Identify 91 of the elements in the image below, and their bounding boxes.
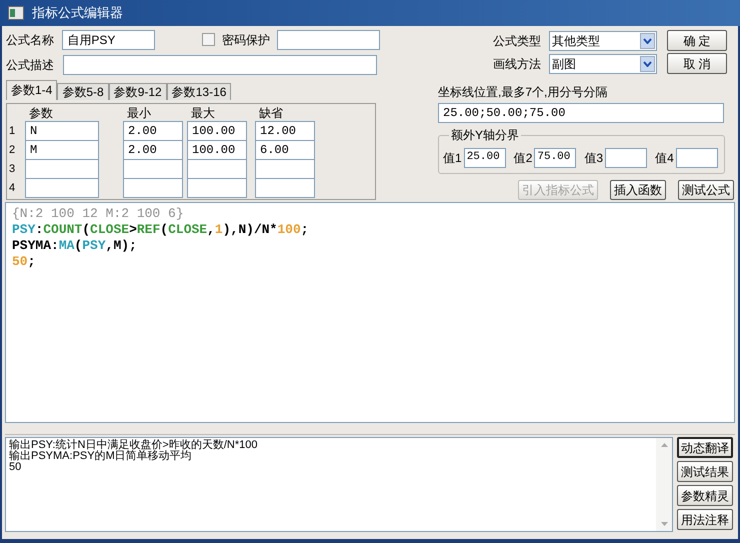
code-token: , (207, 222, 215, 237)
output-line: 50 (9, 462, 22, 473)
description-field[interactable] (63, 54, 377, 75)
input-field[interactable]: 自用PSY (62, 30, 156, 50)
field-label: 坐标线位置,最多7个,用分号分隔 (438, 84, 608, 102)
table-cell-input[interactable]: N (25, 120, 99, 141)
button[interactable]: 插入函数 (610, 180, 666, 200)
field-label: 值3 (584, 150, 604, 167)
button[interactable]: 用法注释 (677, 509, 733, 530)
code-token: PSY (82, 238, 106, 253)
code-token: 1 (214, 222, 223, 237)
code-token: PSY (12, 222, 36, 237)
table-cell-input[interactable] (255, 158, 315, 179)
table-cell-input[interactable]: 2.00 (123, 140, 183, 160)
field-label: 公式名称 (6, 32, 55, 49)
button[interactable]: 测试结果 (677, 461, 733, 482)
code-token: CLOSE (168, 222, 208, 237)
button[interactable]: 确 定 (667, 30, 727, 52)
field-label: 值2 (514, 150, 532, 167)
code-editor[interactable]: {N:2 100 12 M:2 100 6} PSY:COUNT(CLOSE>REF(CLOSE,1),N)/N*100; PSYMA:MA(PSY,M); 50; (5, 202, 735, 423)
tab[interactable]: 参数5-8 (57, 83, 109, 100)
table-cell-input[interactable] (187, 158, 247, 179)
code-token: COUNT (43, 222, 82, 237)
field-label: 值4 (655, 150, 674, 167)
input-field[interactable] (605, 148, 648, 168)
column-header: 最小 (126, 106, 151, 120)
row-number: 4 (9, 182, 16, 194)
group-title: 额外Y轴分界 (449, 127, 522, 144)
table-cell-input[interactable]: 12.00 (255, 120, 315, 141)
field-label: 公式描述 (6, 56, 55, 74)
code-token: : (35, 222, 44, 237)
code-token: ),N)/N* (222, 222, 278, 237)
field-label: 画线方法 (493, 56, 542, 73)
tab[interactable]: 参数1-4 (6, 80, 58, 100)
code-token: REF (136, 222, 160, 237)
row-number: 2 (9, 144, 16, 156)
code-token: ( (74, 238, 82, 253)
password-field[interactable] (277, 30, 380, 50)
code-token: ; (300, 222, 309, 237)
app-icon (8, 6, 24, 20)
field-label: 值1 (443, 150, 462, 167)
dropdown[interactable]: 副图 (549, 54, 657, 74)
code-token: ( (160, 222, 168, 237)
input-field[interactable]: 75.00 (534, 148, 576, 168)
field-label: 公式类型 (493, 32, 542, 50)
button[interactable]: 参数精灵 (677, 485, 733, 506)
checkbox[interactable] (202, 33, 216, 46)
input-field[interactable] (676, 148, 718, 168)
code-token: 100 (277, 222, 301, 237)
code-token: CLOSE (90, 222, 130, 237)
button[interactable]: 动态翻译 (677, 437, 733, 458)
column-header: 最大 (190, 106, 215, 120)
caret-icon (640, 32, 655, 49)
button[interactable]: 测试公式 (678, 180, 734, 200)
scroll-down-icon[interactable] (660, 522, 668, 526)
input-field[interactable]: 25.00;50.00;75.00 (438, 103, 724, 124)
checkbox-label: 密码保护 (222, 32, 270, 49)
code-token: MA (58, 238, 74, 253)
table-cell-input[interactable] (25, 158, 99, 179)
table-cell-input[interactable] (255, 178, 315, 198)
table-cell-input[interactable] (25, 178, 99, 198)
column-header: 缺省 (258, 106, 283, 120)
table-cell-input[interactable] (187, 178, 247, 198)
code-token: ; (28, 254, 36, 269)
table-cell-input[interactable]: 100.00 (187, 120, 247, 141)
tab[interactable]: 参数13-16 (166, 83, 232, 100)
table-cell-input[interactable]: M (25, 140, 99, 160)
code-token: ,M); (106, 238, 137, 253)
code-token: PSYMA: (12, 238, 59, 253)
table-cell-input[interactable]: 100.00 (187, 140, 247, 160)
row-number: 3 (9, 162, 16, 175)
button[interactable]: 取 消 (667, 53, 727, 74)
code-token: > (129, 222, 137, 237)
tab[interactable]: 参数9-12 (108, 83, 167, 100)
code-token: ( (82, 222, 90, 237)
input-field[interactable]: 25.00 (464, 148, 506, 168)
table-cell-input[interactable]: 2.00 (123, 120, 183, 141)
caret-icon (640, 56, 655, 72)
scroll-up-icon[interactable] (660, 443, 668, 447)
column-header: 参数 (28, 106, 53, 120)
table-cell-input[interactable] (123, 178, 183, 198)
output-line: 输出PSY:统计N日中满足收盘价>昨收的天数/N*100 (9, 440, 258, 451)
scrollbar[interactable] (656, 438, 672, 531)
code-token: 50 (12, 254, 28, 269)
code-token: {N:2 100 12 M:2 100 6} (12, 206, 184, 221)
dropdown[interactable]: 其他类型 (549, 30, 657, 51)
table-cell-input[interactable]: 6.00 (255, 140, 315, 160)
output-line: 输出PSYMA:PSY的M日简单移动平均 (9, 451, 193, 462)
row-number: 1 (9, 124, 16, 137)
table-cell-input[interactable] (123, 158, 183, 179)
window-title: 指标公式编辑器 (32, 4, 123, 22)
